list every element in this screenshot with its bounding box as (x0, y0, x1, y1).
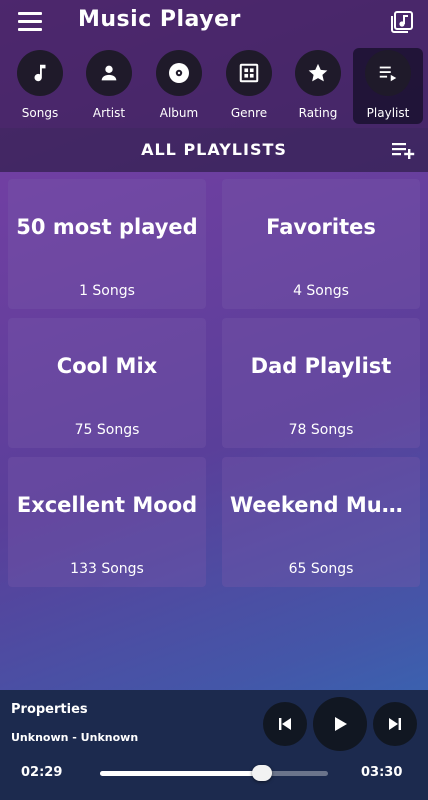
nav-label-album: Album (159, 106, 199, 120)
skip-previous-icon (279, 718, 291, 730)
playlist-card[interactable]: Cool Mix 75 Songs (8, 318, 206, 448)
playlist-song-count: 75 Songs (74, 422, 140, 438)
nav-item-playlist[interactable]: Playlist (353, 48, 423, 124)
seek-progress (100, 771, 262, 776)
nav-item-genre[interactable]: Genre (214, 48, 284, 124)
next-button[interactable] (373, 702, 417, 746)
skip-next-icon (389, 718, 401, 730)
playlist-song-count: 78 Songs (288, 422, 354, 438)
nav-item-songs[interactable]: Songs (5, 48, 75, 124)
playlist-add-icon[interactable] (390, 138, 416, 162)
nav-item-artist[interactable]: Artist (74, 48, 144, 124)
elapsed-time: 02:29 (21, 765, 63, 780)
playlist-name: Dad Playlist (250, 354, 392, 378)
nav-label-playlist: Playlist (366, 106, 410, 120)
previous-button[interactable] (263, 702, 307, 746)
seek-bar[interactable] (100, 765, 328, 781)
now-playing-bar: Properties Unknown - Unknown 02:29 03:30 (0, 690, 428, 800)
app-title: Music Player (78, 7, 241, 32)
playlist-song-count: 4 Songs (293, 283, 349, 299)
nav-item-rating[interactable]: Rating (283, 48, 353, 124)
playlist-song-count: 1 Songs (79, 283, 135, 299)
hamburger-menu-icon[interactable] (18, 12, 42, 32)
section-title: ALL PLAYLISTS (141, 140, 287, 159)
nav-item-album[interactable]: Album (144, 48, 214, 124)
disc-icon (156, 50, 202, 96)
nav-label-artist: Artist (92, 106, 126, 120)
total-time: 03:30 (361, 765, 403, 780)
playlist-name: Favorites (266, 215, 376, 239)
playlist-icon (365, 50, 411, 96)
category-nav: Songs Artist Album Genre Rating Playlist (0, 44, 428, 128)
playlist-name: Cool Mix (56, 354, 158, 378)
now-playing-artist: Unknown - Unknown (11, 731, 139, 744)
star-icon (295, 50, 341, 96)
nav-label-rating: Rating (298, 106, 338, 120)
playlist-card[interactable]: Dad Playlist 78 Songs (222, 318, 420, 448)
nav-label-genre: Genre (230, 106, 268, 120)
person-icon (86, 50, 132, 96)
playlist-name: 50 most played (16, 215, 198, 239)
music-note-icon (17, 50, 63, 96)
music-library-icon[interactable] (390, 10, 414, 34)
seek-thumb[interactable] (251, 765, 272, 781)
playlist-song-count: 65 Songs (288, 561, 354, 577)
play-icon (335, 717, 347, 731)
play-button[interactable] (313, 697, 367, 751)
playlist-card[interactable]: Weekend Music 65 Songs (222, 457, 420, 587)
top-app-bar: Music Player (0, 0, 428, 44)
playlist-song-count: 133 Songs (70, 561, 144, 577)
playlist-card[interactable]: 50 most played 1 Songs (8, 179, 206, 309)
playlist-card[interactable]: Excellent Mood 133 Songs (8, 457, 206, 587)
now-playing-title: Properties (11, 702, 88, 717)
playlist-card[interactable]: Favorites 4 Songs (222, 179, 420, 309)
nav-label-songs: Songs (21, 106, 59, 120)
genre-grid-icon (226, 50, 272, 96)
playlists-header: ALL PLAYLISTS (0, 128, 428, 172)
playlist-name: Excellent Mood (16, 493, 198, 517)
playlist-name: Weekend Music (230, 493, 412, 517)
